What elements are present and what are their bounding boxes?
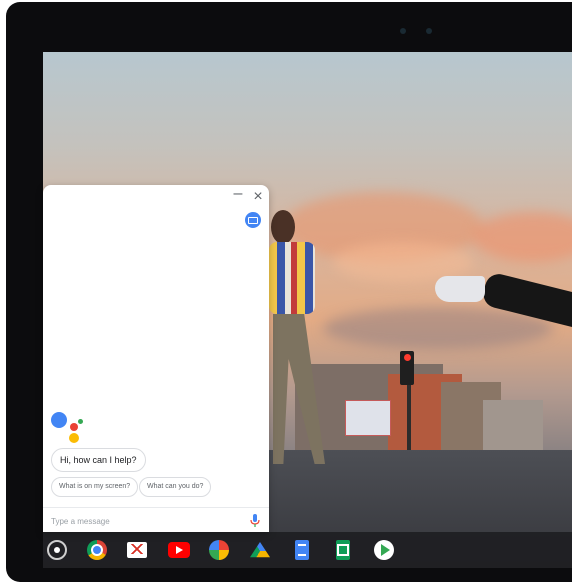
sneaker — [435, 276, 485, 302]
logo-dot-green — [78, 419, 83, 424]
gmail-icon[interactable] — [127, 542, 147, 558]
suggestion-chip-capabilities[interactable]: What can you do? — [139, 477, 212, 497]
microphone-icon[interactable] — [249, 514, 261, 528]
cloud — [473, 212, 572, 262]
youtube-icon[interactable] — [168, 542, 190, 558]
keyboard-glyph — [248, 216, 258, 224]
close-button[interactable]: × — [250, 188, 266, 206]
minimize-button[interactable]: – — [230, 186, 246, 206]
message-input[interactable] — [49, 510, 233, 532]
billboard — [345, 400, 391, 436]
shelf — [43, 532, 572, 568]
logo-dot-red — [70, 423, 78, 431]
suggestion-chip-screen[interactable]: What is on my screen? — [51, 477, 139, 497]
building — [483, 400, 543, 452]
message-input-row — [43, 507, 269, 532]
logo-dot-yellow — [69, 433, 79, 443]
drive-icon[interactable] — [250, 542, 270, 558]
chrome-icon[interactable] — [87, 540, 107, 560]
sensor-icon — [426, 28, 432, 34]
camera-icon — [400, 28, 406, 34]
sheets-icon[interactable] — [336, 540, 350, 560]
traffic-light-pole — [407, 382, 411, 452]
assistant-panel: – × Hi, how can I help? What is on my sc… — [43, 185, 269, 532]
docs-icon[interactable] — [295, 540, 309, 560]
photos-icon[interactable] — [209, 540, 229, 560]
red-light — [404, 354, 411, 361]
assistant-greeting: Hi, how can I help? — [51, 448, 146, 472]
keyboard-icon[interactable] — [245, 212, 261, 228]
launcher-icon[interactable] — [47, 540, 67, 560]
person-head — [271, 210, 295, 244]
logo-dot-blue — [51, 412, 67, 428]
google-assistant-logo-icon — [51, 412, 87, 444]
person-striped-sweater — [269, 242, 315, 314]
play-store-icon[interactable] — [374, 540, 394, 560]
